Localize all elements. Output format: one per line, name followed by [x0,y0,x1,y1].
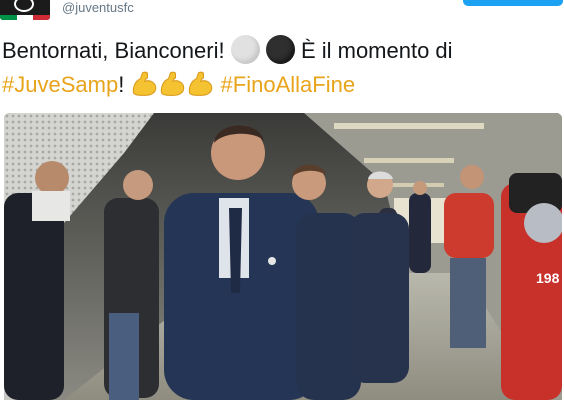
tweet-text-part1: Bentornati, Bianconeri! [2,38,231,63]
follow-button[interactable] [463,0,563,6]
flexed-biceps-emoji [161,71,185,96]
tweet-text-part2: È il momento di [294,38,453,63]
flexed-biceps-emoji [133,71,157,96]
tweet-header: @juventusfc [0,0,564,22]
white-circle-emoji [230,35,260,64]
photographer-bib-number: 198 [536,270,560,286]
black-circle-emoji [265,35,295,64]
hashtag-juvesamp[interactable]: #JuveSamp [2,72,118,97]
italian-flag-stripe [0,15,50,20]
tunnel-photo-illustration: 198 [4,113,562,400]
tweet-text: Bentornati, Bianconeri! È il momento di … [2,34,562,102]
account-avatar[interactable] [0,0,50,20]
account-handle[interactable]: @juventusfc [62,0,134,16]
tweet-photo[interactable]: 198 [4,113,562,400]
tweet-text-part3: ! [118,72,131,97]
juventus-crest-icon [14,0,34,12]
flexed-biceps-emoji [189,71,213,96]
hashtag-finoallafine[interactable]: #FinoAllaFine [221,72,356,97]
